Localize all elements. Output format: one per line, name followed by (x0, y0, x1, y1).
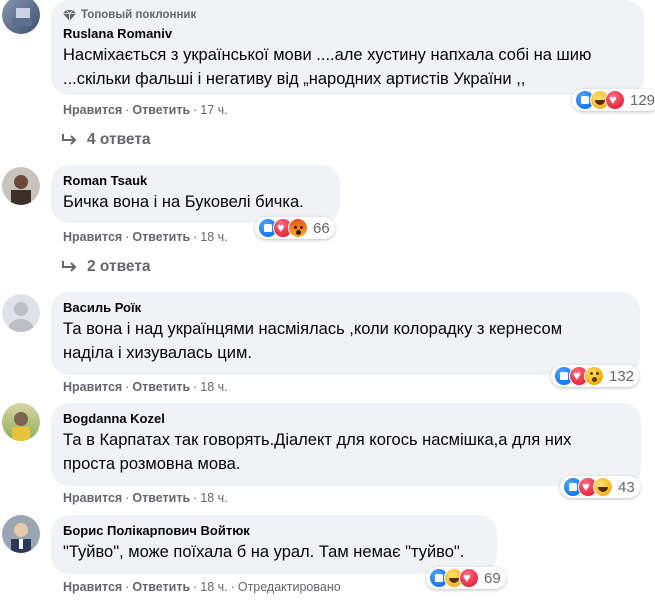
reply-button[interactable]: Ответить (132, 103, 190, 117)
replies-count: 4 ответа (87, 131, 151, 148)
comment-text-line: Та вона і над українцями насміялась ,кол… (63, 320, 563, 338)
timestamp[interactable]: 18 ч. (200, 230, 227, 244)
comment-text-line: проста розмовна мова. (63, 455, 241, 473)
timestamp[interactable]: 17 ч. (200, 103, 227, 117)
haha-reaction-icon (593, 477, 613, 497)
reaction-summary[interactable]: 132 (551, 365, 640, 387)
comment-bubble: Борис Полікарпович Войтюк "Туйво", може … (51, 515, 497, 574)
timestamp[interactable]: 18 ч. (200, 580, 227, 594)
reaction-summary[interactable]: 66 (255, 217, 335, 239)
avatar[interactable] (2, 403, 40, 441)
reaction-count: 132 (609, 367, 635, 385)
reply-button[interactable]: Ответить (132, 230, 190, 244)
love-reaction-icon (459, 568, 479, 588)
comment-author[interactable]: Bogdanna Kozel (63, 411, 629, 427)
sad-reaction-icon (584, 366, 604, 386)
comment-text-line: Насміхається з української мови ....але … (63, 46, 592, 64)
replies-count: 2 ответа (87, 258, 151, 275)
reaction-count: 69 (484, 569, 501, 587)
comment-author[interactable]: Борис Полікарпович Войтюк (63, 523, 485, 539)
comment-actions: Нравится · Ответить · 18 ч. (63, 491, 228, 505)
like-button[interactable]: Нравится (63, 230, 122, 244)
angry-reaction-icon (288, 218, 308, 238)
view-replies-button[interactable]: 2 ответа (62, 258, 151, 276)
timestamp[interactable]: 18 ч. (200, 491, 227, 505)
reaction-summary[interactable]: 69 (426, 567, 506, 589)
avatar[interactable] (2, 294, 40, 332)
comment-text-line: Бичка вона і на Буковелі бичка. (63, 193, 304, 211)
edited-label[interactable]: Отредактировано (238, 580, 341, 594)
top-fan-badge: Топовый поклонник (63, 8, 632, 22)
comment-bubble: Roman Tsauk Бичка вона і на Буковелі бич… (51, 165, 340, 223)
comment-bubble: Bogdanna Kozel Та в Карпатах так говорят… (51, 403, 641, 486)
comment-bubble: Топовый поклонник Ruslana Romaniv Насміх… (51, 0, 644, 95)
like-button[interactable]: Нравится (63, 380, 122, 394)
comment-actions: Нравится · Ответить · 18 ч. (63, 380, 228, 394)
like-button[interactable]: Нравится (63, 491, 122, 505)
diamond-icon (63, 9, 76, 21)
comment-bubble: Василь Роїк Та вона і над українцями нас… (51, 292, 640, 375)
comment-author[interactable]: Василь Роїк (63, 300, 628, 316)
comment-text-line: наділа і хизувалась цим. (63, 344, 252, 362)
reaction-count: 129 (630, 91, 655, 109)
reaction-count: 66 (313, 219, 330, 237)
view-replies-button[interactable]: 4 ответа (62, 131, 151, 149)
reply-arrow-icon (62, 134, 77, 145)
avatar[interactable] (2, 515, 40, 553)
love-reaction-icon (605, 90, 625, 110)
comment-actions: Нравится · Ответить · 18 ч. (63, 230, 228, 244)
like-button[interactable]: Нравится (63, 103, 122, 117)
comment-author[interactable]: Ruslana Romaniv (63, 26, 632, 42)
like-button[interactable]: Нравится (63, 580, 122, 594)
reply-button[interactable]: Ответить (132, 380, 190, 394)
comment-text-line: Та в Карпатах так говорять.Діалект для к… (63, 431, 572, 449)
comment-text-line: ...скільки фальші і негативу від „народн… (63, 70, 526, 88)
avatar[interactable] (2, 0, 40, 34)
comment-actions: Нравится · Ответить · 18 ч. · Отредактировано (63, 580, 341, 594)
reply-arrow-icon (62, 261, 77, 272)
badge-label: Топовый поклонник (81, 9, 197, 21)
comment-author[interactable]: Roman Tsauk (63, 173, 328, 189)
reaction-summary[interactable]: 43 (560, 476, 640, 498)
comment-actions: Нравится · Ответить · 17 ч. (63, 103, 228, 117)
reply-button[interactable]: Ответить (132, 491, 190, 505)
reaction-count: 43 (618, 478, 635, 496)
avatar[interactable] (2, 167, 40, 205)
reply-button[interactable]: Ответить (132, 580, 190, 594)
comment-text-line: "Туйво", може поїхала б на урал. Там нем… (63, 543, 465, 561)
reaction-summary[interactable]: 129 (572, 89, 655, 111)
timestamp[interactable]: 18 ч. (200, 380, 227, 394)
